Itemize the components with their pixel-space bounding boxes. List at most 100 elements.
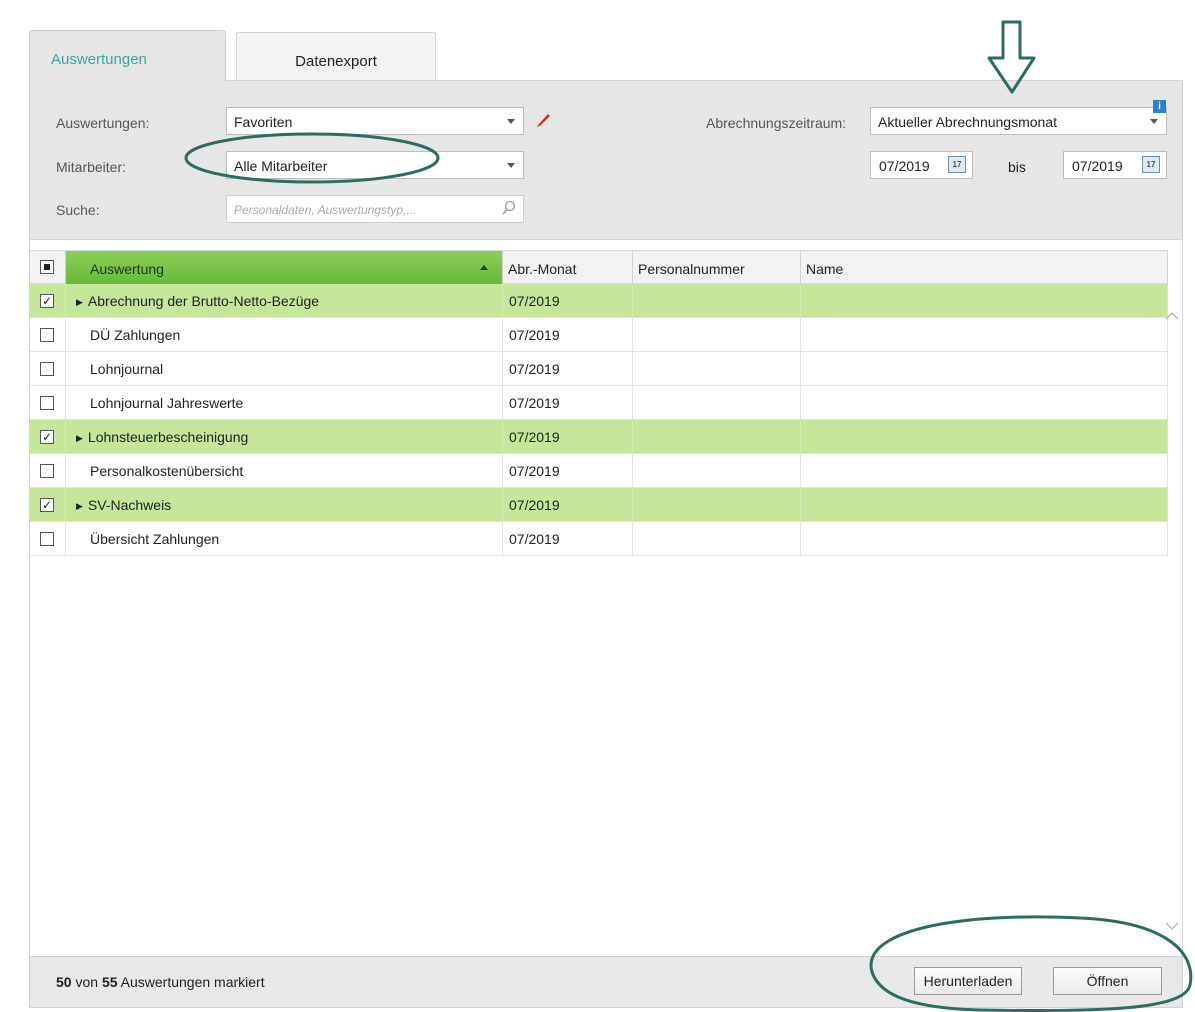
select-all-header[interactable] (30, 251, 66, 284)
personalnummer-cell (633, 420, 801, 454)
table-row[interactable]: Lohnjournal Jahreswerte 07/2019 (30, 386, 1168, 420)
abrechnungszeitraum-select[interactable]: Aktueller Abrechnungsmonat (870, 107, 1167, 135)
name-cell (801, 454, 1168, 488)
expand-triangle-icon[interactable]: ▶ (76, 433, 83, 443)
name-cell (801, 386, 1168, 420)
auswertung-name: Personalkostenübersicht (90, 463, 244, 479)
info-icon[interactable]: i (1153, 100, 1166, 113)
mitarbeiter-label: Mitarbeiter: (56, 159, 127, 175)
auswertung-cell: Lohnjournal (66, 352, 503, 386)
select-all-checkbox[interactable] (40, 260, 54, 274)
search-input[interactable]: Personaldaten, Auswertungstyp,... (226, 195, 524, 223)
expand-triangle-icon[interactable]: ▶ (76, 297, 83, 307)
abrechnungszeitraum-value: Aktueller Abrechnungsmonat (878, 114, 1057, 130)
row-checkbox[interactable] (40, 362, 54, 376)
personalnummer-cell (633, 522, 801, 556)
row-checkbox[interactable] (40, 328, 54, 342)
pencil-icon[interactable] (535, 110, 553, 133)
auswertung-name: Lohnjournal (90, 361, 164, 377)
table-row[interactable]: ✓ ▶ Lohnsteuerbescheinigung 07/2019 (30, 420, 1168, 454)
chevron-down-icon (1150, 119, 1158, 124)
row-checkbox-cell (30, 454, 66, 488)
auswertung-name: Übersicht Zahlungen (90, 531, 220, 547)
table-row[interactable]: Übersicht Zahlungen 07/2019 (30, 522, 1168, 556)
mitarbeiter-select-value: Alle Mitarbeiter (234, 158, 328, 174)
auswertung-name: Abrechnung der Brutto-Netto-Bezüge (87, 293, 320, 309)
abr-monat-cell: 07/2019 (503, 386, 633, 420)
auswertung-cell: ▶ SV-Nachweis (66, 488, 503, 522)
status-suffix: Auswertungen markiert (120, 974, 265, 990)
auswertung-name: SV-Nachweis (87, 497, 172, 513)
auswertungen-window: Auswertungen Datenexport Auswertungen: F… (7, 8, 1195, 1008)
chevron-down-icon[interactable] (1165, 918, 1179, 934)
row-checkbox[interactable] (40, 532, 54, 546)
row-checkbox-cell: ✓ (30, 420, 66, 454)
auswertung-cell: ▶ Lohnsteuerbescheinigung (66, 420, 503, 454)
column-header-name[interactable]: Name (801, 251, 1168, 284)
table-row[interactable]: Personalkostenübersicht 07/2019 (30, 454, 1168, 488)
column-header-auswertung[interactable]: Auswertung (66, 251, 503, 284)
row-checkbox-cell (30, 352, 66, 386)
name-cell (801, 318, 1168, 352)
auswertungen-grid: Auswertung Abr.-Monat Personalnummer Nam… (29, 240, 1183, 958)
auswertung-cell: Personalkostenübersicht (66, 454, 503, 488)
total-count: 55 (101, 974, 118, 990)
column-header-abr-monat[interactable]: Abr.-Monat (503, 251, 633, 284)
search-icon (501, 200, 517, 219)
column-header-personalnummer[interactable]: Personalnummer (633, 251, 801, 284)
from-date-field[interactable]: 07/2019 17 (870, 151, 973, 179)
row-checkbox[interactable] (40, 464, 54, 478)
from-date-value: 07/2019 (879, 158, 930, 174)
tab-auswertungen[interactable]: Auswertungen (29, 30, 226, 82)
abr-monat-cell: 07/2019 (503, 352, 633, 386)
personalnummer-cell (633, 352, 801, 386)
abr-monat-cell: 07/2019 (503, 420, 633, 454)
personalnummer-cell (633, 386, 801, 420)
sort-ascending-icon (480, 265, 488, 270)
auswertungen-label: Auswertungen: (56, 115, 150, 131)
name-cell (801, 352, 1168, 386)
chevron-up-icon[interactable] (1165, 308, 1179, 324)
auswertung-cell: Lohnjournal Jahreswerte (66, 386, 503, 420)
expand-triangle-icon[interactable]: ▶ (76, 501, 83, 511)
table-row[interactable]: Lohnjournal 07/2019 (30, 352, 1168, 386)
suche-label: Suche: (56, 202, 100, 218)
table-row[interactable]: ✓ ▶ SV-Nachweis 07/2019 (30, 488, 1168, 522)
row-checkbox-cell (30, 386, 66, 420)
auswertung-name: DÜ Zahlungen (90, 327, 181, 343)
to-date-value: 07/2019 (1072, 158, 1123, 174)
abr-monat-cell: 07/2019 (503, 318, 633, 352)
row-checkbox[interactable]: ✓ (40, 498, 54, 512)
to-date-field[interactable]: 07/2019 17 (1063, 151, 1167, 179)
table-row[interactable]: ✓ ▶ Abrechnung der Brutto-Netto-Bezüge 07/2… (30, 284, 1168, 318)
tab-datenexport[interactable]: Datenexport (236, 32, 436, 80)
footer-bar: 50 von 55 Auswertungen markiert Herunter… (29, 956, 1183, 1008)
auswertung-cell: DÜ Zahlungen (66, 318, 503, 352)
row-checkbox-cell: ✓ (30, 488, 66, 522)
filter-panel: Auswertungen: Favoriten Mitarbeiter: All… (29, 80, 1183, 240)
row-checkbox[interactable]: ✓ (40, 430, 54, 444)
calendar-icon[interactable]: 17 (1142, 156, 1160, 173)
personalnummer-cell (633, 318, 801, 352)
auswertungen-select[interactable]: Favoriten (226, 107, 524, 135)
name-cell (801, 284, 1168, 318)
open-button[interactable]: Öffnen (1053, 967, 1162, 995)
auswertung-cell: ▶ Abrechnung der Brutto-Netto-Bezüge (66, 284, 503, 318)
column-header-auswertung-label: Auswertung (90, 261, 164, 277)
abr-monat-cell: 07/2019 (503, 488, 633, 522)
calendar-icon[interactable]: 17 (948, 156, 966, 173)
chevron-down-icon (507, 119, 515, 124)
auswertung-cell: Übersicht Zahlungen (66, 522, 503, 556)
grid-header: Auswertung Abr.-Monat Personalnummer Nam… (30, 250, 1168, 284)
download-button[interactable]: Herunterladen (914, 967, 1022, 995)
chevron-down-icon (507, 163, 515, 168)
abr-monat-cell: 07/2019 (503, 522, 633, 556)
row-checkbox[interactable]: ✓ (40, 294, 54, 308)
mitarbeiter-select[interactable]: Alle Mitarbeiter (226, 151, 524, 179)
table-row[interactable]: DÜ Zahlungen 07/2019 (30, 318, 1168, 352)
personalnummer-cell (633, 284, 801, 318)
personalnummer-cell (633, 454, 801, 488)
row-checkbox[interactable] (40, 396, 54, 410)
auswertung-name: Lohnjournal Jahreswerte (90, 395, 244, 411)
search-placeholder: Personaldaten, Auswertungstyp,... (234, 203, 417, 217)
